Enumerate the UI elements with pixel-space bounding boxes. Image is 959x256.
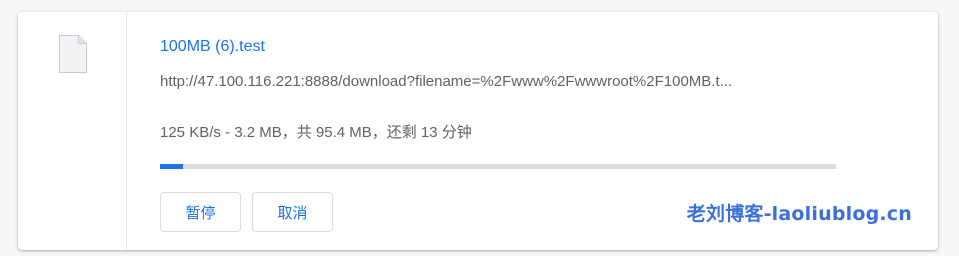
download-item-card: 100MB (6).test http://47.100.116.221:888… — [18, 12, 938, 250]
cancel-button[interactable]: 取消 — [252, 192, 333, 232]
blank-document-icon — [59, 35, 87, 73]
downloads-page: 100MB (6).test http://47.100.116.221:888… — [0, 0, 959, 256]
file-name-link[interactable]: 100MB (6).test — [160, 38, 265, 56]
download-progress-fill — [160, 164, 183, 169]
file-icon-column — [18, 12, 127, 250]
download-url: http://47.100.116.221:8888/download?file… — [160, 73, 733, 90]
download-status: 125 KB/s - 3.2 MB，共 95.4 MB，还剩 13 分钟 — [160, 124, 472, 141]
pause-button[interactable]: 暂停 — [160, 192, 241, 232]
site-watermark: 老刘博客-laoliublog.cn — [686, 203, 912, 225]
download-progress-bar — [160, 164, 836, 169]
